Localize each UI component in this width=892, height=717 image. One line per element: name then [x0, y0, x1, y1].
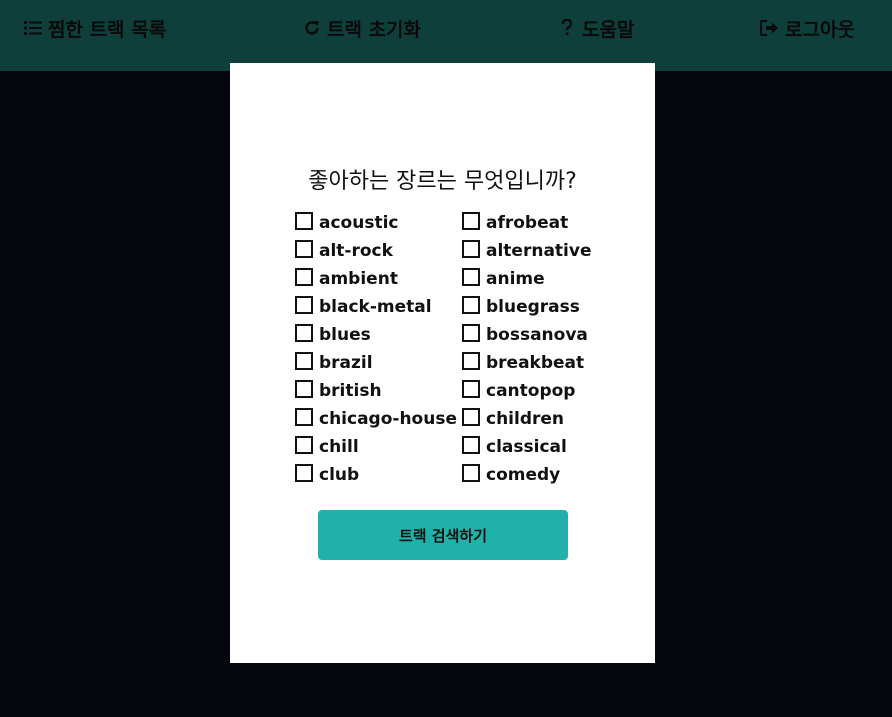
genre-checkbox-list: acoustic afrobeat alt-rock alternative ambie… [295, 209, 615, 489]
genre-label: alt-rock [319, 241, 393, 261]
refresh-icon [302, 18, 322, 38]
nav-logout-label: 로그아웃 [785, 18, 855, 41]
genre-option-afrobeat[interactable]: afrobeat [462, 209, 612, 237]
nav-help[interactable]: 도움말 [557, 14, 634, 42]
genre-label: bossanova [486, 325, 588, 345]
checkbox[interactable] [462, 324, 480, 342]
genre-selection-card: 좋아하는 장르는 무엇입니까? acoustic afrobeat alt-rock… [230, 63, 655, 663]
question-icon [557, 18, 577, 38]
checkbox[interactable] [295, 352, 313, 370]
genre-option-brazil[interactable]: brazil [295, 349, 462, 377]
checkbox[interactable] [462, 380, 480, 398]
genre-option-cantopop[interactable]: cantopop [462, 377, 612, 405]
nav-reset-label: 트랙 초기화 [327, 18, 422, 41]
checkbox[interactable] [462, 296, 480, 314]
genre-option-acoustic[interactable]: acoustic [295, 209, 462, 237]
nav-liked-tracks[interactable]: 찜한 트랙 목록 [23, 14, 166, 42]
genre-label: afrobeat [486, 213, 569, 233]
nav-help-label: 도움말 [582, 18, 635, 41]
checkbox[interactable] [295, 296, 313, 314]
genre-label: anime [486, 269, 545, 289]
checkbox[interactable] [462, 352, 480, 370]
genre-label: blues [319, 325, 371, 345]
genre-option-club[interactable]: club [295, 461, 462, 489]
genre-label: children [486, 409, 565, 429]
genre-option-comedy[interactable]: comedy [462, 461, 612, 489]
checkbox[interactable] [295, 464, 313, 482]
genre-label: breakbeat [486, 353, 585, 373]
nav-reset-tracks[interactable]: 트랙 초기화 [302, 14, 421, 42]
checkbox[interactable] [295, 212, 313, 230]
checkbox[interactable] [462, 268, 480, 286]
genre-option-black-metal[interactable]: black-metal [295, 293, 462, 321]
checkbox[interactable] [462, 212, 480, 230]
genre-option-bluegrass[interactable]: bluegrass [462, 293, 612, 321]
genre-label: comedy [486, 465, 561, 485]
logout-icon [760, 18, 780, 38]
genre-label: classical [486, 437, 567, 457]
checkbox[interactable] [462, 436, 480, 454]
genre-option-british[interactable]: british [295, 377, 462, 405]
genre-label: acoustic [319, 213, 399, 233]
genre-label: british [319, 381, 382, 401]
genre-label: brazil [319, 353, 373, 373]
checkbox[interactable] [295, 268, 313, 286]
genre-option-chill[interactable]: chill [295, 433, 462, 461]
nav-logout[interactable]: 로그아웃 [760, 14, 855, 42]
genre-label: black-metal [319, 297, 432, 317]
checkbox[interactable] [462, 408, 480, 426]
top-navbar: 찜한 트랙 목록 트랙 초기화 도움말 로그아웃 [0, 0, 892, 71]
genre-option-bossanova[interactable]: bossanova [462, 321, 612, 349]
genre-option-children[interactable]: children [462, 405, 612, 433]
checkbox[interactable] [462, 464, 480, 482]
genre-label: club [319, 465, 360, 485]
genre-question-heading: 좋아하는 장르는 무엇입니까? [308, 169, 577, 194]
genre-label: ambient [319, 269, 398, 289]
genre-option-alt-rock[interactable]: alt-rock [295, 237, 462, 265]
genre-label: cantopop [486, 381, 576, 401]
genre-label: bluegrass [486, 297, 580, 317]
checkbox[interactable] [295, 408, 313, 426]
checkbox[interactable] [462, 240, 480, 258]
nav-liked-label: 찜한 트랙 목록 [48, 18, 167, 41]
genre-option-chicago-house[interactable]: chicago-house [295, 405, 462, 433]
genre-option-alternative[interactable]: alternative [462, 237, 612, 265]
genre-option-classical[interactable]: classical [462, 433, 612, 461]
genre-label: alternative [486, 241, 592, 261]
genre-label: chill [319, 437, 359, 457]
checkbox[interactable] [295, 436, 313, 454]
genre-option-ambient[interactable]: ambient [295, 265, 462, 293]
checkbox[interactable] [295, 380, 313, 398]
checkbox[interactable] [295, 240, 313, 258]
genre-option-breakbeat[interactable]: breakbeat [462, 349, 612, 377]
checkbox[interactable] [295, 324, 313, 342]
genre-label: chicago-house [319, 409, 457, 429]
search-tracks-button[interactable]: 트랙 검색하기 [318, 510, 568, 560]
genre-option-blues[interactable]: blues [295, 321, 462, 349]
genre-option-anime[interactable]: anime [462, 265, 612, 293]
list-icon [23, 18, 43, 38]
